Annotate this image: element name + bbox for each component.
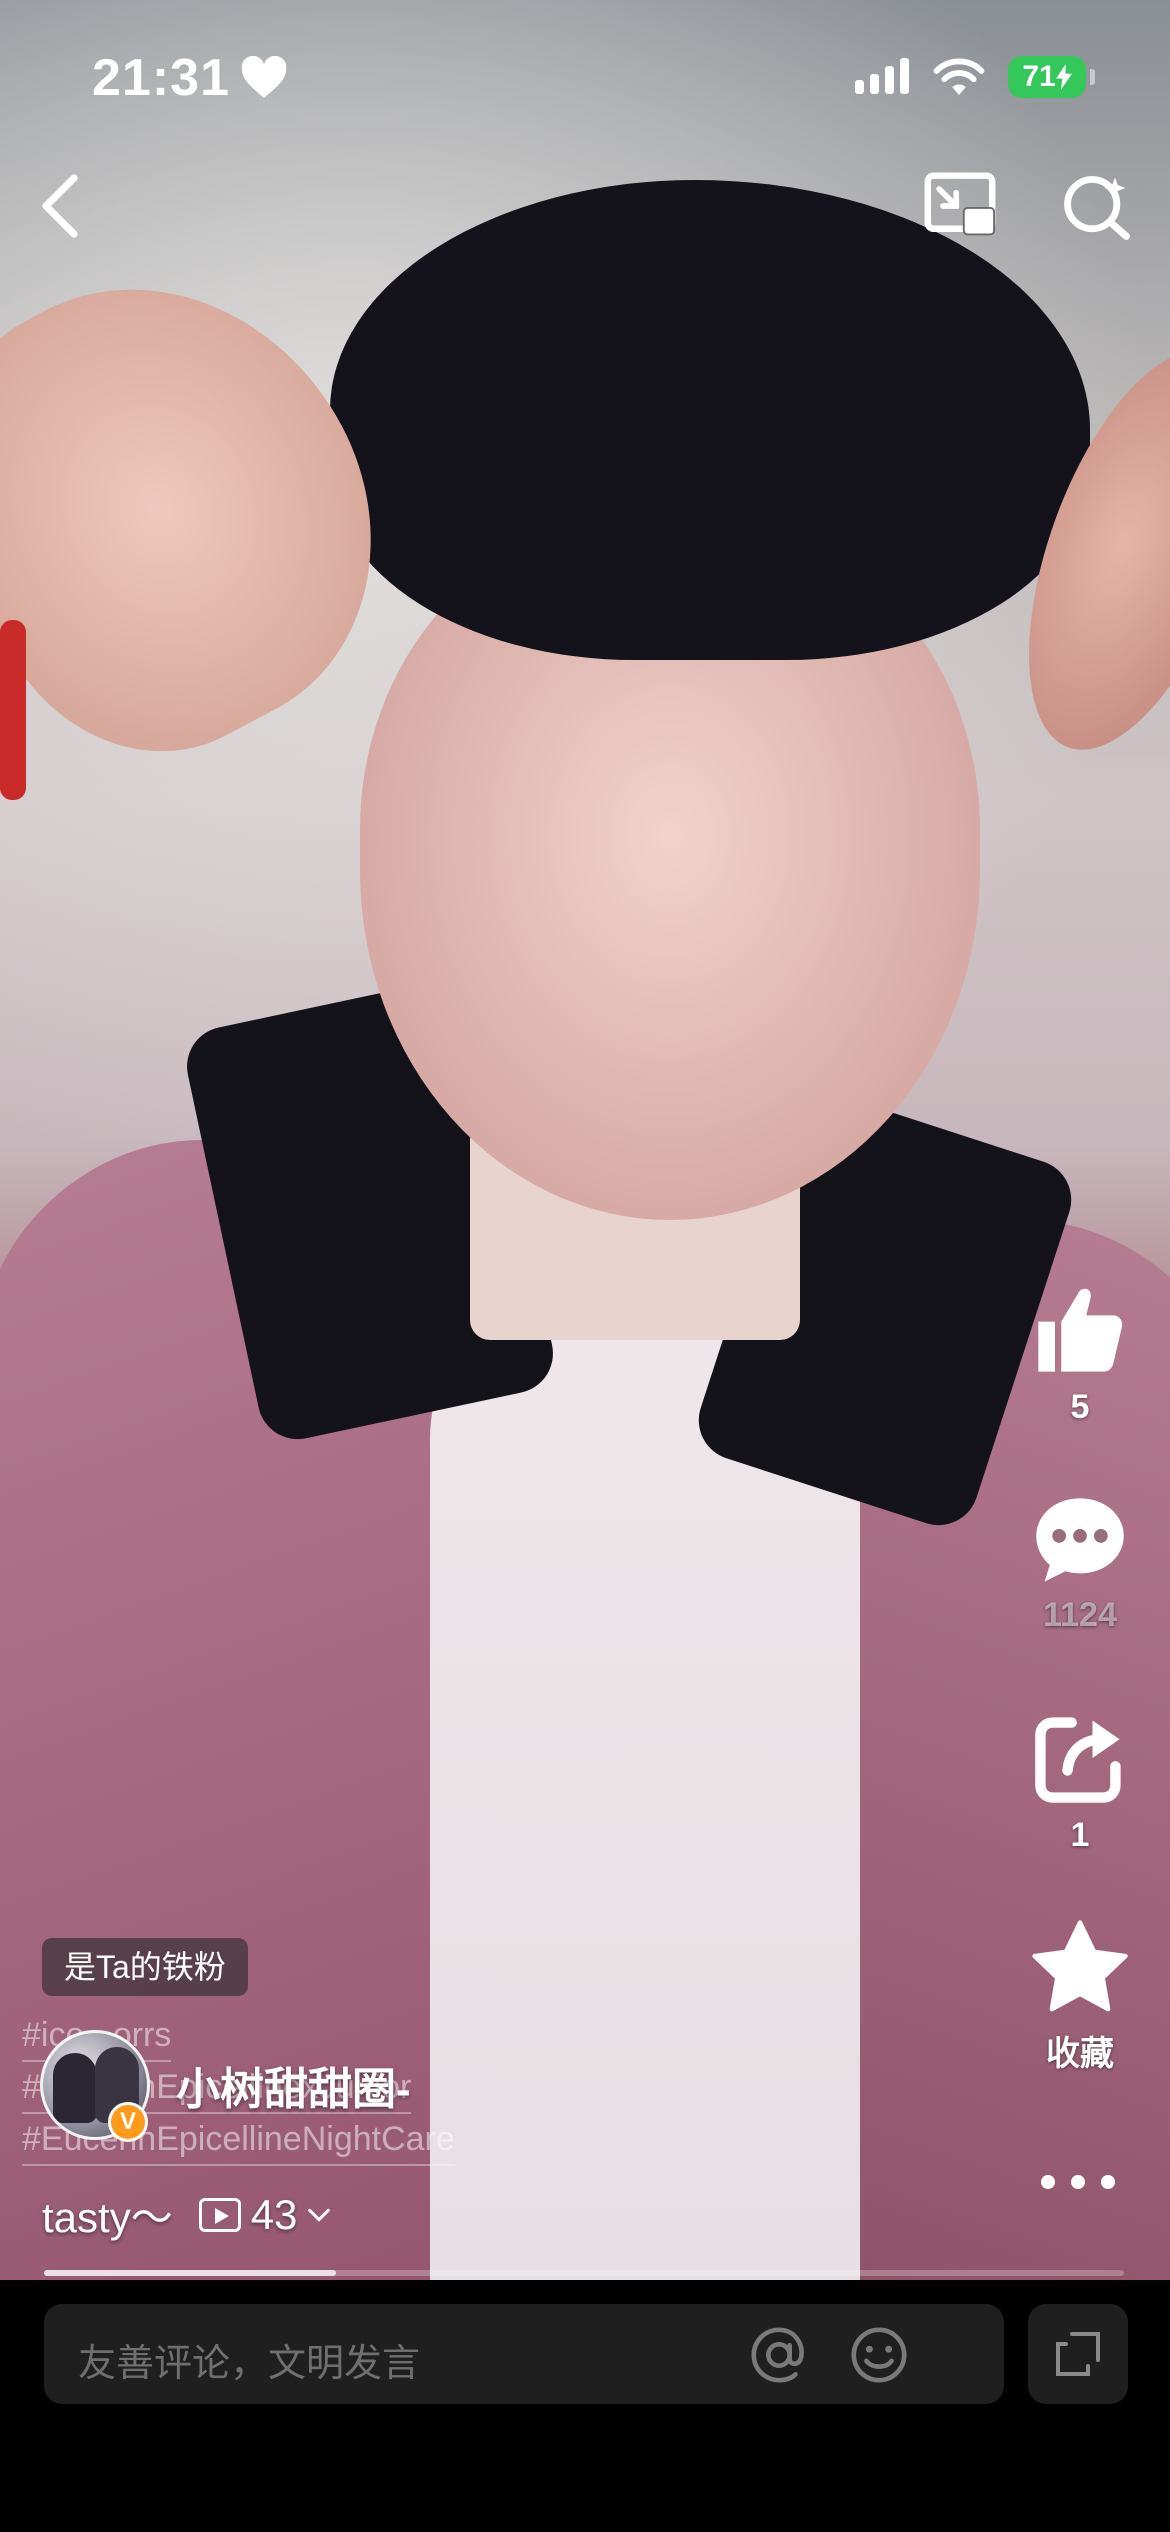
video-progress-bar[interactable] [44, 2270, 1124, 2276]
comment-count: 1124 [1043, 1596, 1117, 1634]
chevron-down-icon[interactable] [305, 2201, 333, 2229]
like-count: 5 [1070, 1388, 1090, 1426]
favorite-label: 收藏 [1046, 2035, 1114, 2073]
caption-row[interactable]: tasty～ 43 [42, 2184, 333, 2245]
wifi-icon [933, 58, 985, 95]
battery-tip [1090, 69, 1095, 85]
favorite-button[interactable]: 收藏 [1020, 1918, 1140, 2075]
mention-at-icon[interactable] [748, 2324, 810, 2386]
view-count: 43 [250, 2190, 298, 2238]
play-count-icon [198, 2197, 241, 2232]
comment-bubble-icon [1036, 1498, 1124, 1582]
star-icon [1032, 1920, 1128, 2012]
more-options-icon[interactable] [1036, 2168, 1120, 2196]
comment-placeholder: 友善评论，文明发言 [78, 2343, 421, 2385]
emoji-icon[interactable] [848, 2324, 910, 2386]
battery-indicator: 71 [1008, 56, 1086, 98]
status-bar: 21:31 71 [0, 0, 1170, 150]
author-row[interactable]: V 小树甜甜圈- [40, 2030, 411, 2142]
expand-button[interactable] [1028, 2304, 1128, 2404]
video-screen: 21:31 71 5 1124 1 收藏 #EucerinEpicellinex… [0, 0, 1170, 2532]
like-button[interactable]: 5 [1020, 1280, 1140, 1427]
heart-icon [241, 56, 287, 98]
picture-in-picture-icon[interactable] [922, 170, 998, 242]
expand-icon [1056, 2332, 1100, 2376]
charging-bolt-icon [1055, 64, 1072, 90]
verified-badge-icon: V [108, 2102, 148, 2142]
back-icon[interactable] [30, 170, 94, 242]
search-icon[interactable] [1058, 170, 1134, 242]
share-icon [1035, 1717, 1121, 1803]
video-caption: tasty～ [42, 2194, 173, 2241]
author-name[interactable]: 小树甜甜圈- [176, 2053, 411, 2117]
status-time: 21:31 [92, 49, 230, 107]
fan-badge[interactable]: 是Ta的铁粉 [42, 1938, 248, 1996]
cellular-signal-icon [855, 58, 909, 94]
share-button[interactable]: 1 [1020, 1708, 1140, 1855]
share-count: 1 [1070, 1816, 1090, 1854]
video-progress-fill [44, 2270, 336, 2276]
thumbs-up-icon [1038, 1288, 1123, 1372]
battery-level: 71 [1022, 60, 1056, 93]
comment-button[interactable]: 1124 [1020, 1492, 1140, 1635]
